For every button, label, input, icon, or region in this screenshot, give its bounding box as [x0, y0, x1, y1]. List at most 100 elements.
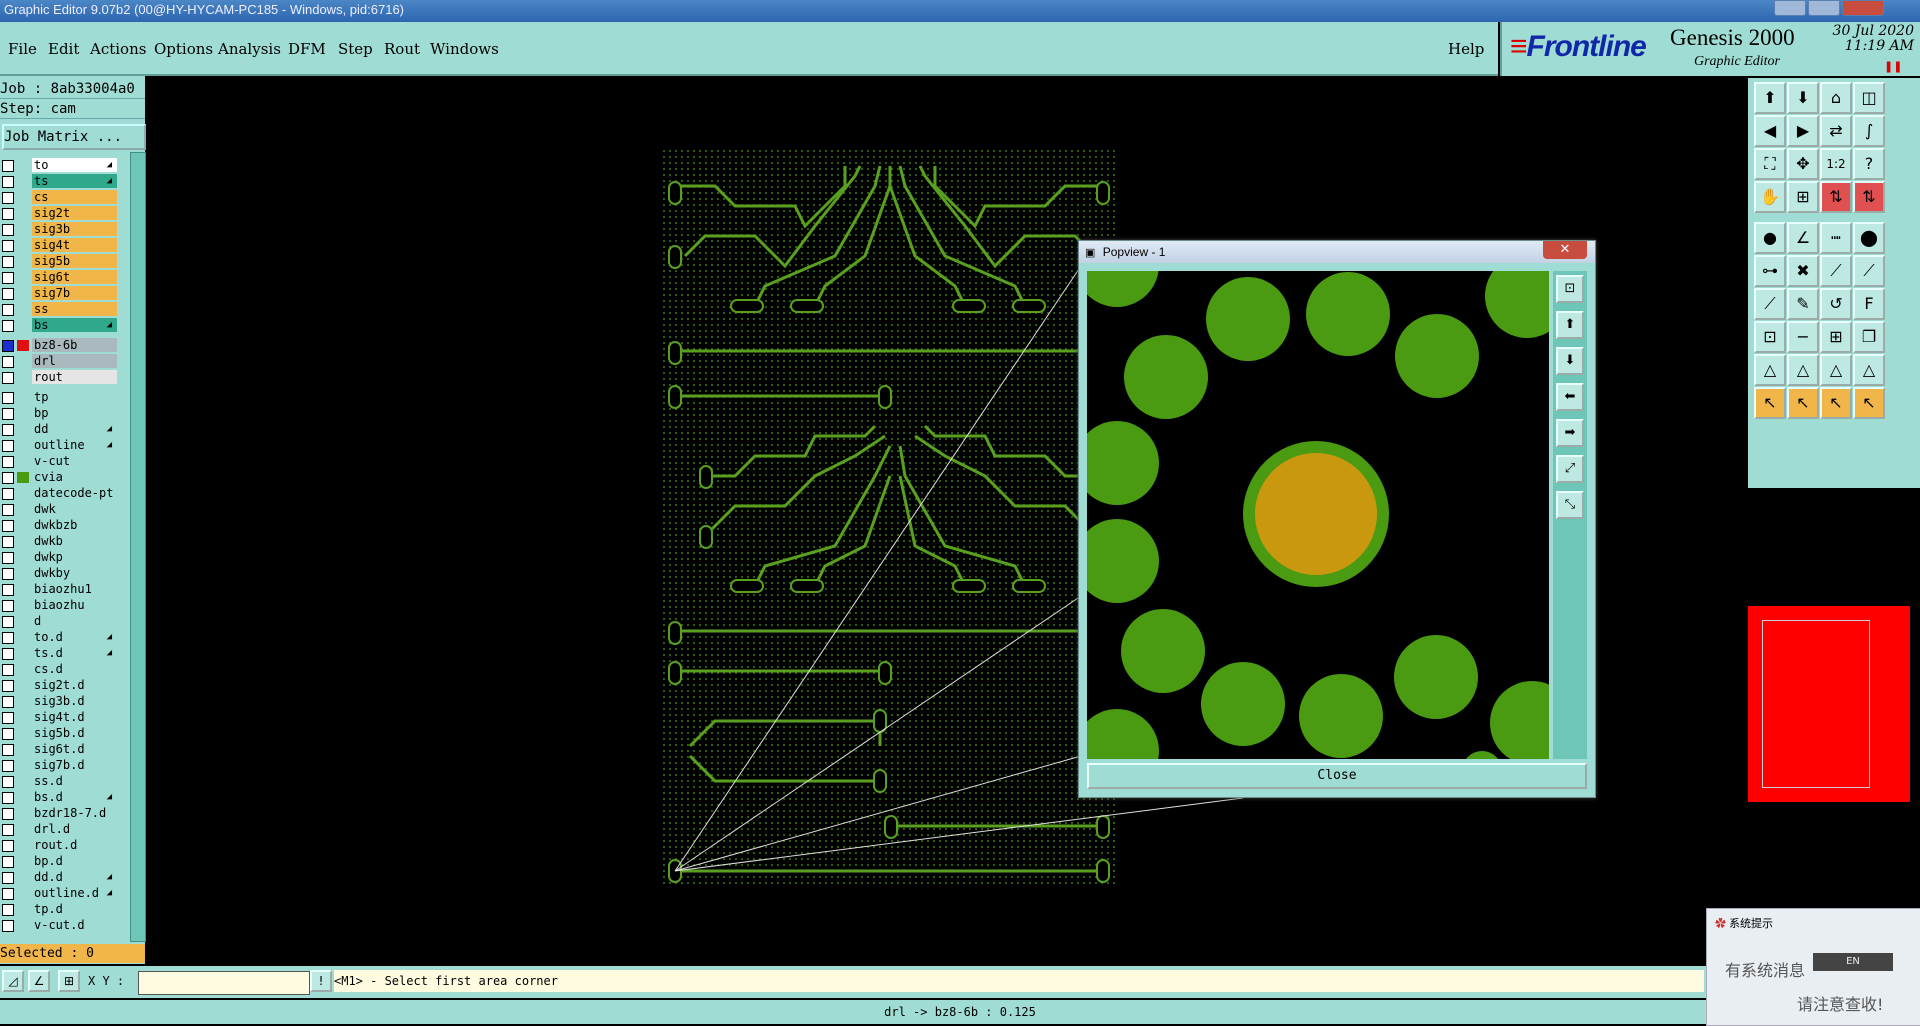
layer-name[interactable]: rout	[32, 370, 117, 384]
layer-name[interactable]: sig5b	[32, 254, 117, 268]
layer-checkbox[interactable]	[2, 664, 14, 676]
layer-checkbox[interactable]	[2, 372, 14, 384]
curve-icon[interactable]: ∫	[1853, 115, 1885, 147]
layer-row[interactable]: dwkp	[0, 550, 118, 565]
pv-zoom-fit-icon[interactable]: ⊡	[1556, 275, 1584, 303]
line-red-icon[interactable]: ⟋	[1820, 255, 1852, 287]
angle-icon[interactable]: ∠	[28, 970, 50, 992]
layer-name[interactable]: tp	[32, 390, 117, 404]
layer-row[interactable]: drl.d	[0, 822, 118, 837]
layer-row[interactable]: dd.d ◢	[0, 870, 118, 885]
layer-checkbox[interactable]	[2, 320, 14, 332]
layer-row[interactable]: tp	[0, 390, 118, 405]
layer-row[interactable]: bzdr18-7.d	[0, 806, 118, 821]
layer-name[interactable]: sig3b.d	[32, 694, 117, 708]
layer-checkbox[interactable]	[2, 744, 14, 756]
system-notification[interactable]: ✿ 系统提示 有系统消息 请注意查收! EN	[1706, 908, 1920, 1026]
menu-rout[interactable]: Rout	[384, 40, 420, 58]
layer-name[interactable]: v-cut	[32, 454, 117, 468]
pv-pan-down-icon[interactable]: ⬇	[1556, 347, 1584, 375]
layer-expand-icon[interactable]: ◢	[107, 646, 112, 660]
layer-list-scrollbar[interactable]	[130, 152, 146, 942]
layer-checkbox[interactable]	[2, 696, 14, 708]
layer-row[interactable]: bz8-6b	[0, 338, 118, 353]
layer-checkbox[interactable]	[2, 160, 14, 172]
menu-analysis[interactable]: Analysis	[218, 40, 281, 58]
move-right-icon[interactable]: ▶	[1787, 115, 1819, 147]
layer-name[interactable]: ts ◢	[32, 174, 117, 188]
layer-checkbox[interactable]	[2, 504, 14, 516]
layer-checkbox[interactable]	[2, 440, 14, 452]
layer-checkbox[interactable]	[2, 632, 14, 644]
pv-zoom-in-icon[interactable]: ⤢	[1556, 455, 1584, 483]
layer-down-icon[interactable]: ⬇	[1787, 82, 1819, 114]
layer-red-b-icon[interactable]: ⇅	[1853, 181, 1885, 213]
layer-checkbox[interactable]	[2, 856, 14, 868]
layer-checkbox[interactable]	[2, 552, 14, 564]
layer-checkbox[interactable]	[2, 920, 14, 932]
layer-expand-icon[interactable]: ◢	[107, 630, 112, 644]
layer-name[interactable]: outline ◢	[32, 438, 117, 452]
info-icon[interactable]: !	[310, 970, 332, 992]
layer-checkbox[interactable]	[2, 272, 14, 284]
layer-name[interactable]: bzdr18-7.d	[32, 806, 117, 820]
layer-name[interactable]: ss.d	[32, 774, 117, 788]
layer-name[interactable]: ts.d ◢	[32, 646, 117, 660]
move-left-icon[interactable]: ◀	[1754, 115, 1786, 147]
layer-expand-icon[interactable]: ◢	[107, 174, 112, 188]
triangle-d-icon[interactable]: △	[1853, 354, 1885, 386]
layer-row[interactable]: v-cut.d	[0, 918, 118, 933]
layer-row[interactable]: bs ◢	[0, 318, 118, 333]
layer-name[interactable]: cvia	[32, 470, 117, 484]
layer-row[interactable]: biaozhu1	[0, 582, 118, 597]
layer-checkbox[interactable]	[2, 224, 14, 236]
layer-name[interactable]: sig4t	[32, 238, 117, 252]
layer-row[interactable]: bp	[0, 406, 118, 421]
layer-name[interactable]: to.d ◢	[32, 630, 117, 644]
triangle-b-icon[interactable]: △	[1787, 354, 1819, 386]
pen-icon[interactable]: ✎	[1787, 288, 1819, 320]
layer-name[interactable]: d	[32, 614, 117, 628]
layer-checkbox[interactable]	[2, 792, 14, 804]
minus-icon[interactable]: −	[1787, 321, 1819, 353]
layer-checkbox[interactable]	[2, 712, 14, 724]
net-connect-icon[interactable]: ⊶	[1754, 255, 1786, 287]
layer-name[interactable]: to ◢	[32, 158, 117, 172]
layer-expand-icon[interactable]: ◢	[107, 438, 112, 452]
menu-step[interactable]: Step	[338, 40, 373, 58]
arc-icon[interactable]: ↺	[1820, 288, 1852, 320]
measure-angle-icon[interactable]: ∠	[1787, 222, 1819, 254]
layer-checkbox[interactable]	[2, 408, 14, 420]
layer-row[interactable]: sig3b	[0, 222, 118, 237]
layer-name[interactable]: dwkb	[32, 534, 117, 548]
layer-row[interactable]: bs.d ◢	[0, 790, 118, 805]
pv-zoom-out-icon[interactable]: ⤡	[1556, 491, 1584, 519]
popview-title-bar[interactable]: ▣ Popview - 1	[1079, 241, 1595, 263]
layer-checkbox[interactable]	[2, 840, 14, 852]
hand-icon[interactable]: ✋	[1754, 181, 1786, 213]
menu-file[interactable]: File	[8, 40, 37, 58]
layer-checkbox[interactable]	[2, 520, 14, 532]
snap-icon[interactable]: ◿	[2, 970, 24, 992]
layer-name[interactable]: sig5b.d	[32, 726, 117, 740]
layer-row[interactable]: sig6t.d	[0, 742, 118, 757]
layer-row[interactable]: rout	[0, 370, 118, 385]
layer-up-icon[interactable]: ⬆	[1754, 82, 1786, 114]
pv-pan-right-icon[interactable]: ➡	[1556, 419, 1584, 447]
layer-checkbox[interactable]	[2, 824, 14, 836]
layer-row[interactable]: sig3b.d	[0, 694, 118, 709]
ratio-icon[interactable]: 1:2	[1820, 148, 1852, 180]
pv-pan-left-icon[interactable]: ⬅	[1556, 383, 1584, 411]
layer-name[interactable]: sig2t	[32, 206, 117, 220]
line-dot-icon[interactable]: ⟋	[1853, 255, 1885, 287]
layer-row[interactable]: sig7b.d	[0, 758, 118, 773]
text-f-icon[interactable]: F	[1853, 288, 1885, 320]
layer-row[interactable]: sig5b.d	[0, 726, 118, 741]
layer-name[interactable]: sig7b.d	[32, 758, 117, 772]
minimap-viewport[interactable]	[1762, 620, 1870, 788]
layer-name[interactable]: drl	[32, 354, 117, 368]
layer-expand-icon[interactable]: ◢	[107, 158, 112, 172]
menu-options[interactable]: Options	[154, 40, 213, 58]
layer-name[interactable]: outline.d ◢	[32, 886, 117, 900]
pointer-c-icon[interactable]: ↖	[1820, 387, 1852, 419]
